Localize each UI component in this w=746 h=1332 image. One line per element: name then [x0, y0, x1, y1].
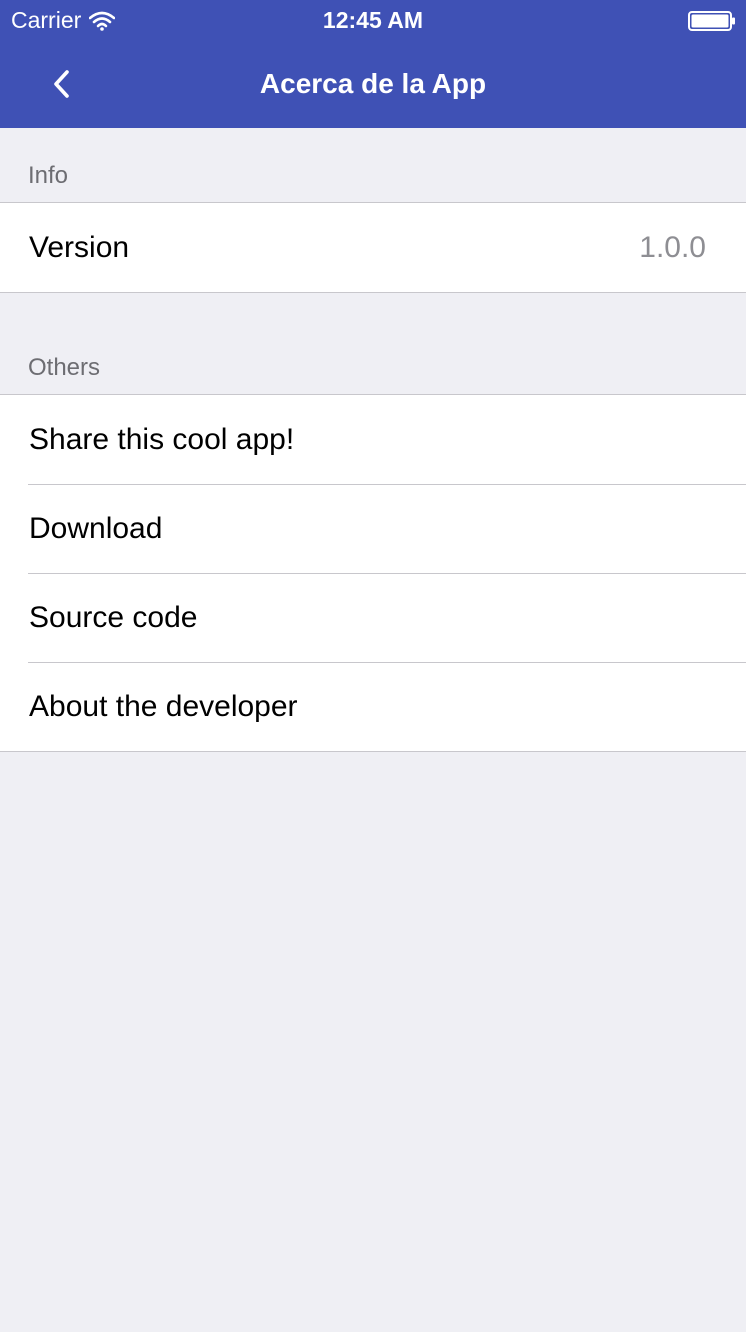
version-row: Version 1.0.0 [0, 203, 746, 292]
info-group: Version 1.0.0 [0, 202, 746, 293]
status-time: 12:45 AM [322, 7, 424, 33]
source-code-label: Source code [29, 600, 198, 634]
version-value: 1.0.0 [639, 230, 706, 264]
share-app-row[interactable]: Share this cool app! [0, 395, 746, 484]
navigation-bar: Acerca de la App [0, 40, 746, 128]
status-bar: Carrier 12:45 AM [0, 0, 746, 40]
app-header: Carrier 12:45 AM Acerca de la App [0, 0, 746, 128]
about-developer-label: About the developer [29, 689, 298, 723]
about-developer-row[interactable]: About the developer [0, 662, 746, 751]
battery-icon [688, 11, 735, 31]
others-group: Share this cool app! Download Source cod… [0, 394, 746, 752]
page-title: Acerca de la App [259, 68, 487, 99]
share-app-label: Share this cool app! [29, 422, 295, 456]
section-header-others: Others [28, 354, 101, 381]
section-header-info: Info [28, 162, 69, 189]
download-row[interactable]: Download [0, 484, 746, 573]
version-label: Version [29, 230, 130, 264]
download-label: Download [29, 511, 163, 545]
source-code-row[interactable]: Source code [0, 573, 746, 662]
